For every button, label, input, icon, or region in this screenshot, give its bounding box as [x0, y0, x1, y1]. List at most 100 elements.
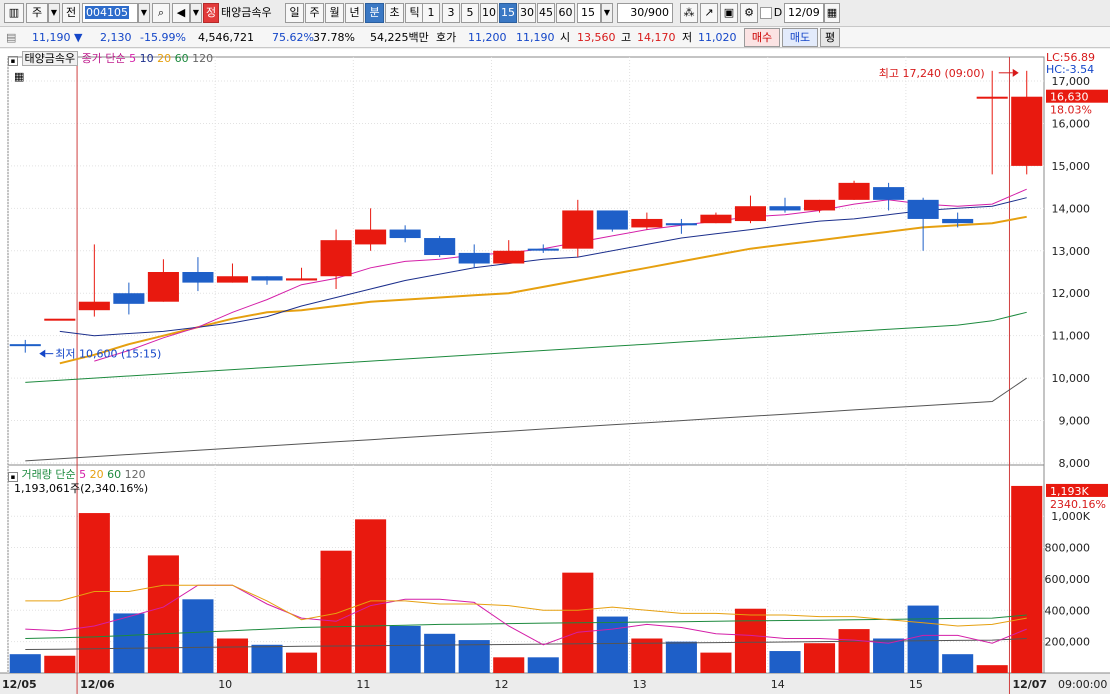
candle-body [251, 276, 283, 281]
volume-tick-label: 800,000 [1045, 542, 1091, 555]
stock-chart[interactable]: 8,000 9,000 10,000 11,000 12,000 13,000 14,000… [0, 49, 1110, 694]
min-annotation: 최저 10,600 (15:15) [55, 348, 161, 361]
candle-body [493, 250, 525, 264]
ma-label-60: 60 [174, 52, 189, 65]
candle-body [976, 96, 1008, 99]
volume-bar [803, 643, 836, 673]
settings-icon[interactable]: ▤ [6, 30, 16, 45]
chevron-down-icon[interactable]: ▼ [138, 3, 150, 23]
ma-label-10: 10 [139, 52, 154, 65]
candle-body [113, 293, 145, 304]
max-annotation: 최고 17,240 (09:00) [879, 67, 985, 80]
candle-body [527, 248, 559, 251]
stock-code-input[interactable]: 004105 [82, 3, 138, 23]
candle-body [803, 199, 836, 211]
interval-button[interactable]: 60 [556, 3, 575, 23]
x-tick-label: 14 [771, 678, 785, 691]
candle-body [838, 182, 870, 200]
speaker-icon[interactable]: ◀ [172, 3, 190, 23]
candle-body [44, 318, 76, 321]
checkbox[interactable] [760, 7, 772, 19]
quote-bar: ▤ 11,190 ▼ 2,130 -15.99% 4,546,721 75.62… [0, 27, 1110, 48]
period-button[interactable]: 주 [305, 3, 324, 23]
interval-button[interactable]: 1 [422, 3, 440, 23]
candle-body [182, 272, 214, 283]
candle-body [596, 210, 628, 230]
price-tick-label: 14,000 [1052, 202, 1091, 215]
vol-ma-label-120: 120 [124, 468, 146, 481]
price-tick-label: 13,000 [1052, 245, 1091, 258]
volume-tick-label: 1,000K [1051, 510, 1090, 523]
checkbox-label: D [773, 6, 783, 19]
chevron-down-icon[interactable]: ▼ [48, 3, 60, 23]
x-tick-label: 15 [909, 678, 923, 691]
price-tick-label: 15,000 [1052, 160, 1091, 173]
bid-price: 11,190 [516, 31, 555, 44]
search-icon[interactable]: ⌕ [152, 3, 170, 23]
gear-icon[interactable]: ⚙ [740, 3, 758, 23]
volume-bar [147, 555, 179, 673]
price-tick-label: 11,000 [1052, 330, 1091, 343]
candle-body [873, 187, 905, 200]
x-tick-label: 12/07 [1012, 678, 1047, 691]
volume-legend: ▪ 거래량 단순 5 20 60 120 [8, 468, 146, 482]
period-button[interactable]: 월 [325, 3, 344, 23]
legend-box-icon: ▪ [8, 472, 18, 482]
volume-bar [182, 599, 214, 673]
period-button[interactable]: 초 [385, 3, 404, 23]
volume-bar [1011, 485, 1043, 673]
ratio1: 75.62% [272, 31, 314, 44]
market-button[interactable]: 전 [62, 3, 80, 23]
interval-button[interactable]: 3 [442, 3, 460, 23]
chevron-down-icon[interactable]: ▼ [601, 3, 613, 23]
hc-label: HC:-3.54 [1046, 63, 1094, 76]
candle-body [320, 240, 352, 277]
change-rate: -15.99% [140, 31, 186, 44]
vol-ma-label-60: 60 [107, 468, 122, 481]
stock-name-tag[interactable]: 태양금속우 [21, 51, 79, 66]
period-button[interactable]: 분 [365, 3, 384, 23]
flat-button[interactable]: 평 [820, 28, 840, 47]
interval-button[interactable]: 5 [461, 3, 479, 23]
interval-button[interactable]: 30 [518, 3, 536, 23]
price-box-text: 16,630 [1050, 91, 1089, 104]
x-tick-label: 12 [494, 678, 508, 691]
period-button[interactable]: 일 [285, 3, 304, 23]
draw-tool-icon[interactable]: ↗ [700, 3, 718, 23]
chart-area[interactable]: 8,000 9,000 10,000 11,000 12,000 13,000 14,000… [0, 49, 1110, 694]
count-display[interactable]: 30/900 [617, 3, 673, 23]
interval-button[interactable]: 15 [499, 3, 517, 23]
order-badge[interactable]: 정 [203, 3, 219, 23]
volume-legend-prefix: 거래량 단순 [21, 468, 76, 481]
interval-button[interactable]: 10 [480, 3, 498, 23]
price-tick-label: 12,000 [1052, 287, 1091, 300]
ma-label-20: 20 [157, 52, 172, 65]
stock-name: 태양금속우 [221, 6, 272, 19]
calendar-icon[interactable]: ▦ [824, 3, 840, 23]
interval-select[interactable]: 15 [577, 3, 601, 23]
volume-bar [976, 665, 1008, 673]
volume-bar [665, 641, 697, 673]
candle-body [424, 238, 456, 256]
price-tick-label: 16,000 [1052, 117, 1091, 130]
sell-button[interactable]: 매도 [782, 28, 818, 47]
change: 2,130 [100, 31, 132, 44]
ask-price: 11,200 [468, 31, 507, 44]
chart-type-icon[interactable]: ▥ [4, 3, 24, 23]
volume-bar [700, 652, 732, 673]
candle-body [769, 206, 801, 211]
date-input[interactable]: 12/09 [784, 3, 824, 23]
save-icon[interactable]: ▣ [720, 3, 738, 23]
candle-body [734, 206, 767, 222]
period-button[interactable]: 년 [345, 3, 364, 23]
buy-button[interactable]: 매수 [744, 28, 780, 47]
table-grid-icon[interactable]: ▦ [14, 70, 24, 84]
settings-grid-icon[interactable]: ⁂ [680, 3, 698, 23]
volume-bar [734, 608, 767, 673]
candle-body [700, 214, 732, 224]
candle-body [458, 252, 490, 264]
chevron-down-icon[interactable]: ▼ [190, 3, 202, 23]
type-select[interactable]: 주 [26, 3, 48, 23]
interval-button[interactable]: 45 [537, 3, 555, 23]
volume-bar [9, 654, 41, 673]
